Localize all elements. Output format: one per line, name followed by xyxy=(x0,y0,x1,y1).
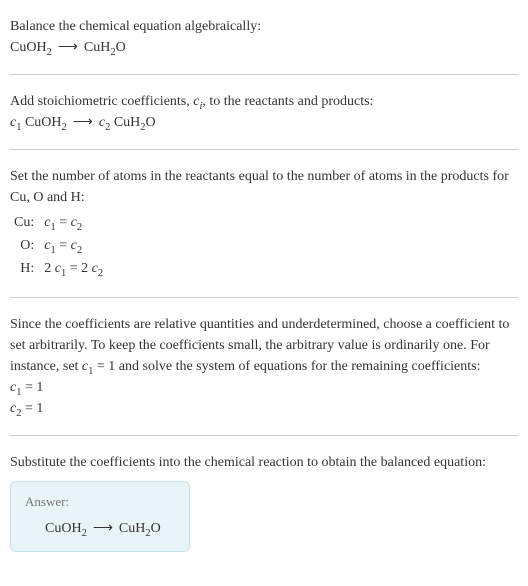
step-3: Set the number of atoms in the reactants… xyxy=(10,158,518,289)
answer-box: Answer: CuOH2⟶CuH2O xyxy=(10,481,190,552)
step-3-text: Set the number of atoms in the reactants… xyxy=(10,166,518,208)
step-1: Balance the chemical equation algebraica… xyxy=(10,8,518,66)
solution-c2: c2 = 1 xyxy=(10,398,518,419)
step-5: Substitute the coefficients into the che… xyxy=(10,444,518,560)
divider xyxy=(10,149,518,150)
answer-label: Answer: xyxy=(25,492,175,512)
divider xyxy=(10,297,518,298)
element-label-cu: Cu: xyxy=(10,212,40,235)
divider xyxy=(10,74,518,75)
table-row: H: 2 c1 = 2 c2 xyxy=(10,258,109,281)
step-1-text: Balance the chemical equation algebraica… xyxy=(10,16,518,37)
answer-equation: CuOH2⟶CuH2O xyxy=(25,518,175,539)
divider xyxy=(10,435,518,436)
step-4-text: Since the coefficients are relative quan… xyxy=(10,314,518,377)
element-label-h: H: xyxy=(10,258,40,281)
step-2-text: Add stoichiometric coefficients, ci, to … xyxy=(10,91,518,112)
equation-h: 2 c1 = 2 c2 xyxy=(40,258,109,281)
step-5-text: Substitute the coefficients into the che… xyxy=(10,452,518,473)
equation-cu: c1 = c2 xyxy=(40,212,109,235)
equation-o: c1 = c2 xyxy=(40,235,109,258)
table-row: O: c1 = c2 xyxy=(10,235,109,258)
solution-c1: c1 = 1 xyxy=(10,377,518,398)
equation-initial: CuOH2⟶CuH2O xyxy=(10,37,518,58)
step-4: Since the coefficients are relative quan… xyxy=(10,306,518,427)
atom-balance-table: Cu: c1 = c2 O: c1 = c2 H: 2 c1 = 2 c2 xyxy=(10,212,109,281)
table-row: Cu: c1 = c2 xyxy=(10,212,109,235)
step-2: Add stoichiometric coefficients, ci, to … xyxy=(10,83,518,141)
equation-coefficients: c1 CuOH2⟶c2 CuH2O xyxy=(10,112,518,133)
element-label-o: O: xyxy=(10,235,40,258)
